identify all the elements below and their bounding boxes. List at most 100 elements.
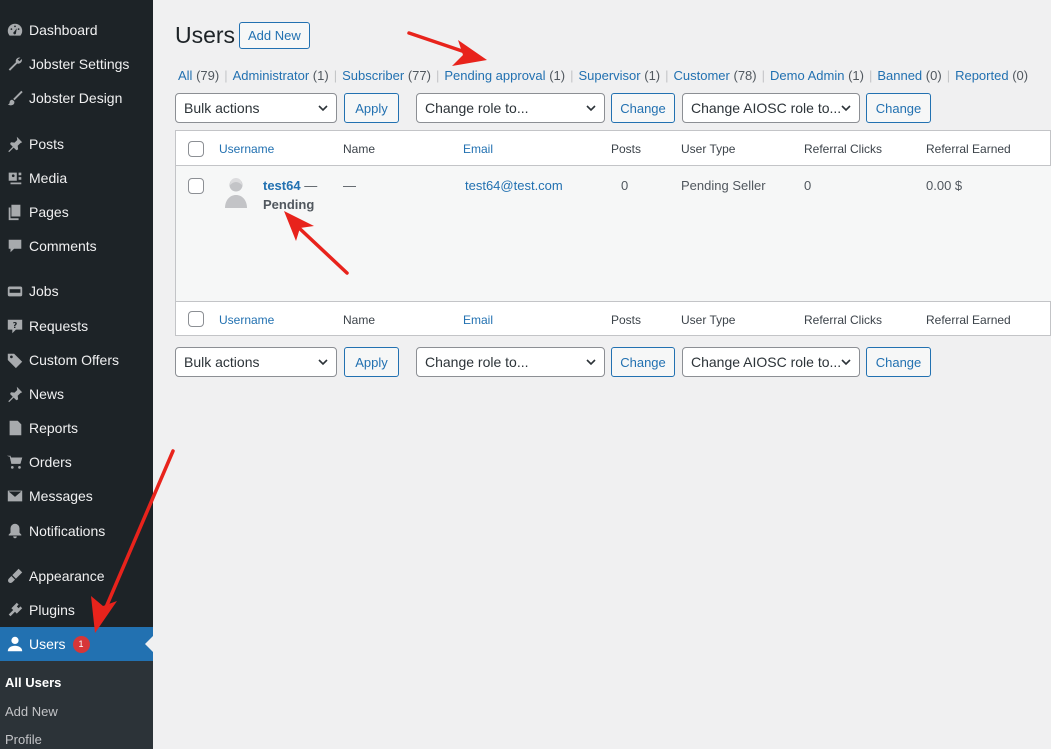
- users-submenu: All Users Add New Profile: [0, 661, 153, 749]
- update-count-badge: 1: [72, 635, 90, 653]
- column-referral-clicks: Referral Clicks: [804, 142, 883, 156]
- filter-supervisor[interactable]: Supervisor (1): [578, 68, 660, 83]
- menu-item-notifications[interactable]: Notifications: [0, 514, 153, 548]
- column-posts: Posts: [611, 142, 642, 156]
- change-role-select-bottom[interactable]: Change role to...: [416, 347, 605, 377]
- menu-label: Appearance: [29, 568, 105, 584]
- filter-pending-approval[interactable]: Pending approval (1): [444, 68, 565, 83]
- menu-label: Orders: [29, 454, 72, 470]
- plugin-icon: [0, 601, 29, 619]
- user-avatar: [225, 178, 247, 208]
- chevron-down-icon: [841, 105, 851, 112]
- menu-item-dashboard[interactable]: Dashboard: [0, 13, 153, 47]
- reports-icon: [0, 419, 29, 437]
- filter-customer[interactable]: Customer (78): [674, 68, 757, 83]
- menu-item-plugins[interactable]: Plugins: [0, 593, 153, 627]
- mail-icon: [0, 487, 29, 505]
- apply-button-bottom[interactable]: Apply: [344, 347, 399, 377]
- job-icon: [0, 282, 29, 300]
- question-icon: ?: [0, 317, 29, 335]
- name-cell: —: [343, 178, 356, 193]
- page-title: Users: [175, 22, 236, 48]
- column-referral-clicks-footer: Referral Clicks: [804, 313, 883, 327]
- brush-icon: [0, 89, 29, 107]
- change-aiosc-role-select-bottom[interactable]: Change AIOSC role to...: [682, 347, 860, 377]
- dashboard-icon: [0, 21, 29, 39]
- add-new-user-button[interactable]: Add New: [239, 22, 310, 49]
- menu-item-orders[interactable]: Orders: [0, 445, 153, 479]
- menu-item-jobster-settings[interactable]: Jobster Settings: [0, 47, 153, 81]
- apply-button-top[interactable]: Apply: [344, 93, 399, 123]
- pending-status: Pending: [263, 197, 315, 212]
- filter-banned[interactable]: Banned (0): [877, 68, 941, 83]
- row-checkbox[interactable]: [188, 178, 204, 194]
- table-footer: Username Name Email Posts User Type Refe…: [176, 301, 1051, 336]
- menu-label: Media: [29, 170, 68, 186]
- menu-item-media[interactable]: Media: [0, 161, 153, 195]
- menu-item-custom-offers[interactable]: Custom Offers: [0, 343, 153, 377]
- change-role-button-top[interactable]: Change: [611, 93, 675, 123]
- menu-item-appearance[interactable]: Appearance: [0, 559, 153, 593]
- change-role-select-top[interactable]: Change role to...: [416, 93, 605, 123]
- tag-icon: [0, 351, 29, 369]
- select-value: Change AIOSC role to...: [691, 354, 842, 370]
- change-aiosc-role-button-top[interactable]: Change: [866, 93, 931, 123]
- admin-sidebar: Dashboard Jobster Settings Jobster Desig…: [0, 0, 153, 749]
- email-link[interactable]: test64@test.com: [465, 178, 563, 193]
- menu-item-jobs[interactable]: Jobs: [0, 274, 153, 308]
- filter-all[interactable]: All (79): [178, 68, 219, 83]
- referral-clicks-cell: 0: [804, 178, 812, 193]
- filter-reported[interactable]: Reported (0): [955, 68, 1028, 83]
- filter-demo-admin[interactable]: Demo Admin (1): [770, 68, 864, 83]
- chevron-down-icon: [318, 105, 328, 112]
- menu-label: Users: [29, 636, 66, 652]
- pages-icon: [0, 203, 29, 221]
- menu-label: Messages: [29, 488, 93, 504]
- menu-item-messages[interactable]: Messages: [0, 479, 153, 513]
- pin-icon: [0, 135, 29, 153]
- column-username-footer[interactable]: Username: [219, 313, 274, 327]
- username-separator: —: [300, 178, 318, 193]
- column-email[interactable]: Email: [463, 142, 493, 156]
- bell-icon: [0, 522, 29, 540]
- column-referral-earned: Referral Earned: [926, 142, 1011, 156]
- filter-administrator[interactable]: Administrator (1): [233, 68, 329, 83]
- bulk-actions-select-top[interactable]: Bulk actions: [175, 93, 337, 123]
- submenu-profile[interactable]: Profile: [5, 732, 42, 747]
- filter-subscriber[interactable]: Subscriber (77): [342, 68, 431, 83]
- column-name: Name: [343, 142, 376, 156]
- submenu-add-new[interactable]: Add New: [5, 704, 58, 719]
- menu-label: Jobs: [29, 283, 59, 299]
- menu-item-requests[interactable]: ? Requests: [0, 309, 153, 343]
- menu-item-users[interactable]: Users 1: [0, 627, 153, 661]
- change-role-button-bottom[interactable]: Change: [611, 347, 675, 377]
- column-name-footer: Name: [343, 313, 376, 327]
- users-table: Username Name Email Posts User Type Refe…: [175, 130, 1051, 336]
- menu-item-comments[interactable]: Comments: [0, 229, 153, 263]
- select-all-checkbox-footer[interactable]: [188, 311, 204, 327]
- change-aiosc-role-select-top[interactable]: Change AIOSC role to...: [682, 93, 860, 123]
- user-role-filters: All (79) | Administrator (1) | Subscriber (7…: [178, 68, 1029, 83]
- submenu-all-users[interactable]: All Users: [5, 675, 61, 690]
- menu-label: Comments: [29, 238, 97, 254]
- appearance-icon: [0, 567, 29, 585]
- menu-item-news[interactable]: News: [0, 377, 153, 411]
- change-aiosc-role-button-bottom[interactable]: Change: [866, 347, 931, 377]
- bulk-actions-select-bottom[interactable]: Bulk actions: [175, 347, 337, 377]
- menu-item-jobster-design[interactable]: Jobster Design: [0, 81, 153, 115]
- menu-item-pages[interactable]: Pages: [0, 195, 153, 229]
- menu-label: Posts: [29, 136, 65, 152]
- chevron-down-icon: [318, 359, 328, 366]
- select-all-checkbox[interactable]: [188, 141, 204, 157]
- select-value: Change role to...: [425, 100, 529, 116]
- table-row: test64 — Pending — test64@test.com 0 Pen…: [176, 166, 1051, 301]
- user-icon: [0, 635, 29, 653]
- column-email-footer[interactable]: Email: [463, 313, 493, 327]
- menu-item-posts[interactable]: Posts: [0, 127, 153, 161]
- column-referral-earned-footer: Referral Earned: [926, 313, 1011, 327]
- referral-earned-cell: 0.00 $: [926, 178, 963, 193]
- username-link[interactable]: test64: [263, 178, 301, 193]
- column-username[interactable]: Username: [219, 142, 274, 156]
- posts-cell: 0: [621, 178, 629, 193]
- menu-item-reports[interactable]: Reports: [0, 411, 153, 445]
